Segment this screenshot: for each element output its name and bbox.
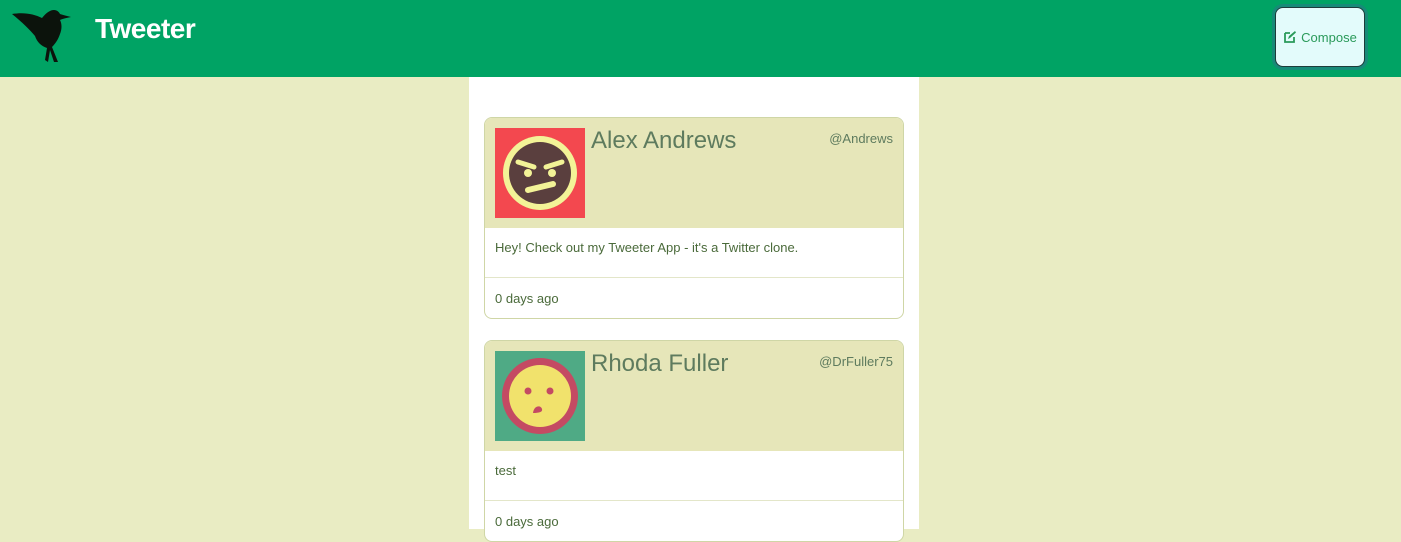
tweet-header: Rhoda Fuller @DrFuller75 (485, 341, 903, 451)
tweets-container: Alex Andrews @Andrews Hey! Check out my … (469, 77, 919, 542)
compose-label: Compose (1301, 29, 1357, 45)
surprised-face-avatar-icon (495, 351, 585, 441)
compose-button[interactable]: Compose (1275, 7, 1365, 67)
tweet-handle: @Andrews (829, 131, 893, 146)
tweet-card: Rhoda Fuller @DrFuller75 test 0 days ago (484, 340, 904, 542)
hummingbird-icon[interactable] (10, 4, 94, 64)
tweet-author-name: Rhoda Fuller (591, 350, 729, 377)
app-title[interactable]: Tweeter (95, 13, 196, 45)
tweet-author-name: Alex Andrews (591, 127, 737, 154)
tweet-header: Alex Andrews @Andrews (485, 118, 903, 228)
angry-face-avatar-icon (495, 128, 585, 218)
tweet-content: test (485, 451, 903, 501)
tweet-timestamp: 0 days ago (495, 514, 559, 529)
tweet-content: Hey! Check out my Tweeter App - it's a T… (485, 228, 903, 278)
tweet-timestamp: 0 days ago (495, 291, 559, 306)
navbar: Tweeter Compose (0, 0, 1401, 77)
tweet-card: Alex Andrews @Andrews Hey! Check out my … (484, 117, 904, 319)
tweet-handle: @DrFuller75 (819, 354, 893, 369)
edit-icon (1283, 30, 1297, 44)
